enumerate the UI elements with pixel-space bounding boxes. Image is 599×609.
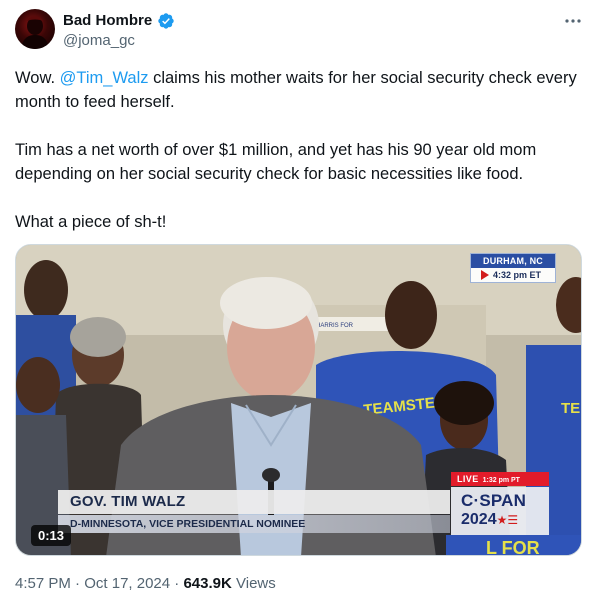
more-options-icon: [565, 19, 581, 23]
meta-separator: ·: [174, 575, 180, 592]
tweet-card: Bad Hombre @joma_gc Wow. @Tim_Walz claim…: [0, 0, 599, 609]
bottom-sign-text: L FOR: [486, 538, 540, 556]
chyron-name: GOV. TIM WALZ: [58, 490, 450, 514]
network-star-icon: ★☰: [496, 513, 519, 527]
more-options-button[interactable]: [562, 11, 584, 31]
video-duration: 0:13: [31, 525, 71, 546]
chyron-title: D-MINNESOTA, VICE PRESIDENTIAL NOMINEE: [58, 515, 450, 533]
play-arrow-icon: [481, 270, 489, 280]
location-city: DURHAM, NC: [471, 254, 555, 268]
display-name[interactable]: Bad Hombre: [63, 11, 152, 31]
network-brand: C·SPAN: [461, 491, 527, 510]
author-handle[interactable]: @joma_gc: [63, 32, 135, 50]
live-label: LIVE: [457, 474, 479, 484]
tweet-paragraph-2: Tim has a net worth of over $1 million, …: [15, 141, 537, 183]
network-logo: C·SPAN 2024★☰: [451, 487, 549, 535]
network-year-block: 2024★☰: [461, 511, 518, 529]
text-fragment: Wow.: [15, 69, 60, 87]
meta-separator: ·: [75, 575, 81, 592]
sign-text-right: TE: [561, 400, 580, 417]
location-badge: DURHAM, NC 4:32 pm ET: [470, 253, 556, 283]
network-year: 2024: [461, 511, 497, 528]
location-time: 4:32 pm ET: [493, 270, 542, 280]
views-label: Views: [236, 575, 276, 592]
tweet-paragraph-1: Wow. @Tim_Walz claims his mother waits f…: [15, 66, 585, 114]
live-time: 1:32 pm PT: [482, 477, 520, 484]
tweet-meta: 4:57 PM · Oct 17, 2024 · 643.9K Views: [15, 574, 276, 594]
tweet-date[interactable]: Oct 17, 2024: [84, 575, 170, 592]
views-count[interactable]: 643.9K: [183, 575, 231, 592]
avatar[interactable]: [15, 9, 55, 49]
mention-link[interactable]: @Tim_Walz: [60, 69, 149, 87]
tweet-text: Wow. @Tim_Walz claims his mother waits f…: [15, 66, 585, 234]
live-badge: LIVE 1:32 pm PT: [451, 472, 549, 486]
tweet-paragraph-3: What a piece of sh-t!: [15, 213, 167, 231]
verified-badge-icon: [158, 13, 174, 29]
tweet-time[interactable]: 4:57 PM: [15, 575, 71, 592]
banner-text: HARRIS FOR: [316, 323, 354, 329]
video-player[interactable]: HARRIS FOR TEAMSTE HAR TE L FOR DURHAM, …: [15, 244, 582, 556]
